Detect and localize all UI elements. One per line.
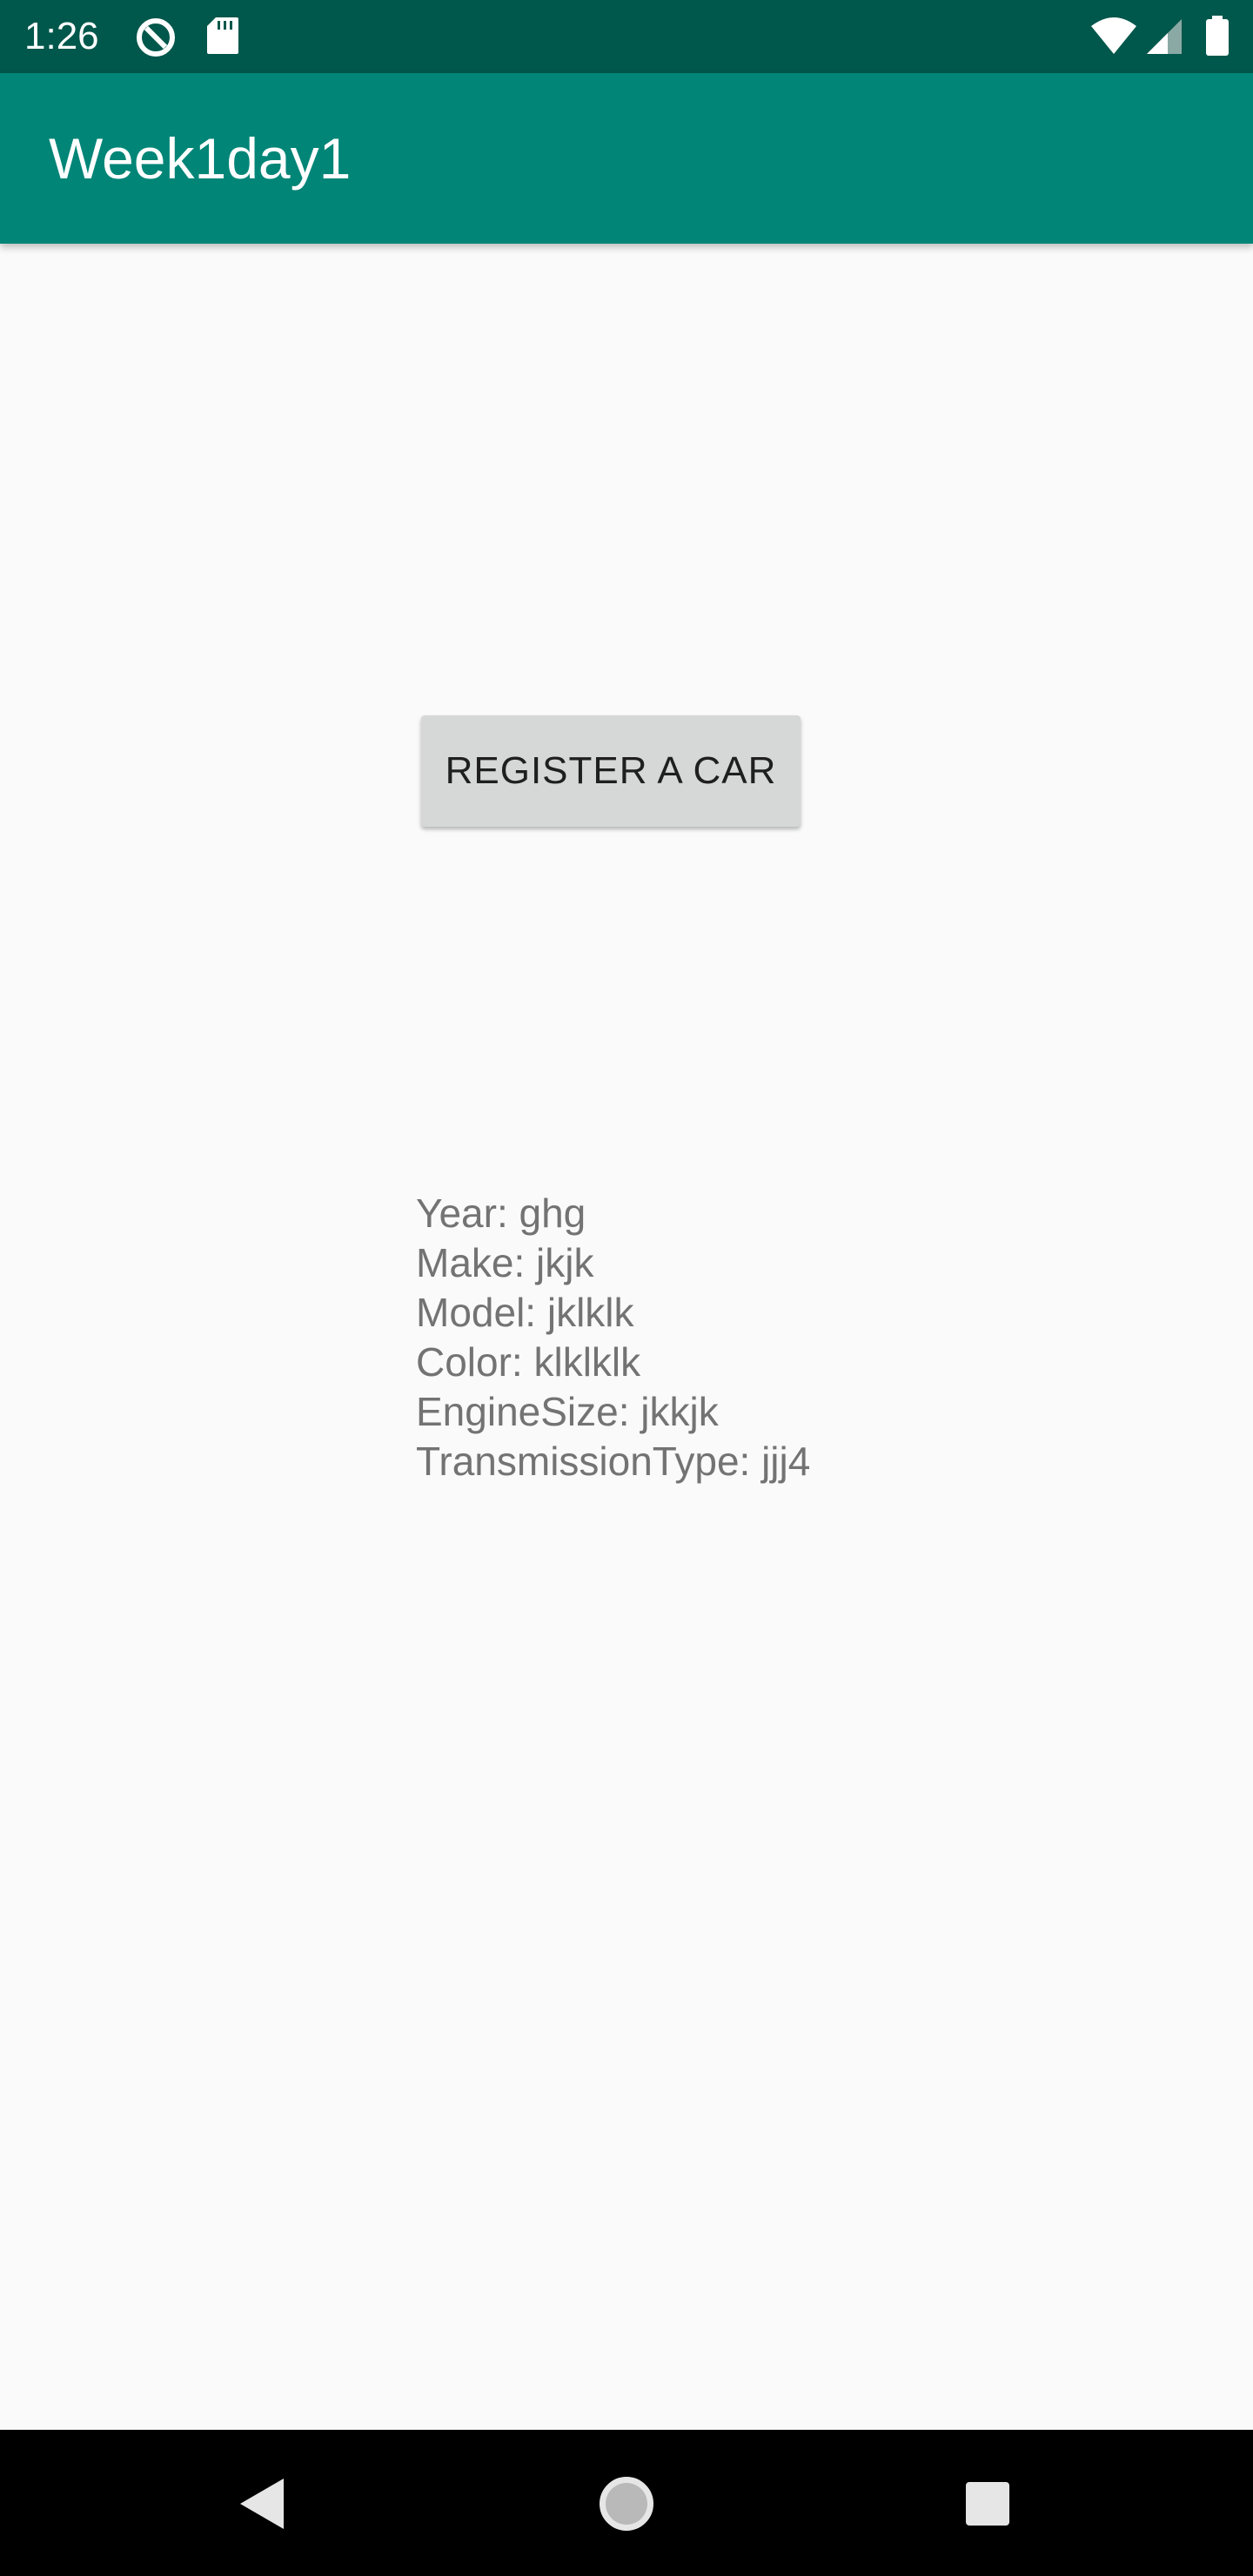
app-bar: Week1day1 [0,73,1253,244]
recents-icon[interactable] [948,2465,1027,2543]
register-car-button[interactable]: REGISTER A CAR [421,715,801,827]
battery-icon [1204,16,1230,57]
car-year: Year: ghg [416,1191,586,1236]
home-icon[interactable] [587,2465,666,2543]
wifi-icon [1089,16,1138,57]
sd-card-icon [205,16,240,57]
app-screen: 1:26 Week1day1 REGISTER A CAR Year: ghg … [0,0,1253,2576]
signal-icon [1145,16,1183,57]
car-model: Model: jklklk [416,1290,634,1335]
car-engine-size: EngineSize: jkkjk [416,1389,719,1434]
car-transmission-type: TransmissionType: jjj4 [416,1439,811,1484]
car-color: Color: klklklk [416,1339,641,1385]
back-icon[interactable] [223,2465,301,2543]
status-bar: 1:26 [0,0,1253,73]
car-make: Make: jkjk [416,1240,594,1285]
navigation-bar [0,2430,1253,2576]
app-title: Week1day1 [49,126,352,191]
data-saver-icon [134,16,178,57]
status-time: 1:26 [24,15,99,57]
car-details: Year: ghg Make: jkjk Model: jklklk Color… [416,1189,810,1486]
